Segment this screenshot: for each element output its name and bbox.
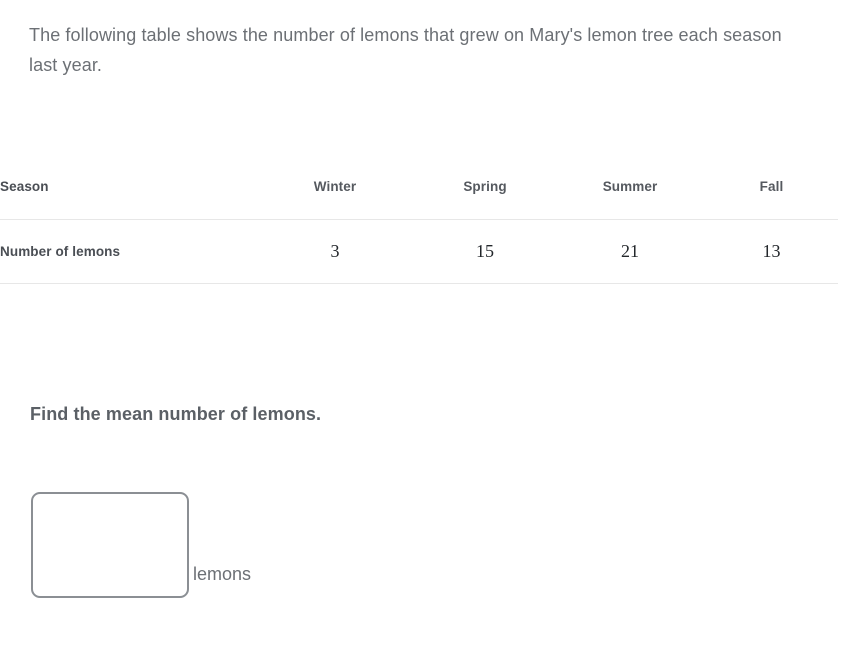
answer-unit-label: lemons (193, 564, 252, 584)
table: Season Winter Spring Summer Fall Number … (0, 155, 838, 284)
table-header-fall: Fall (705, 155, 838, 220)
table-cell-winter-value: 3 (255, 219, 415, 284)
answer-input-group: lemons (31, 492, 251, 598)
lemon-data-table: Season Winter Spring Summer Fall Number … (0, 155, 838, 284)
table-header-row: Season Winter Spring Summer Fall (0, 155, 838, 220)
table-header-summer: Summer (555, 155, 705, 220)
table-cell-summer-value: 21 (555, 219, 705, 284)
problem-intro-text: The following table shows the number of … (29, 25, 782, 75)
table-cell-fall-value: 13 (705, 219, 838, 284)
table-row: Number of lemons 3 15 21 13 (0, 219, 838, 284)
answer-input[interactable] (31, 492, 189, 598)
table-header-season: Season (0, 155, 255, 220)
exercise-container: The following table shows the number of … (0, 0, 853, 650)
table-header-winter: Winter (255, 155, 415, 220)
table-row-label-number-of-lemons: Number of lemons (0, 219, 255, 284)
question-prompt: Find the mean number of lemons. (30, 404, 322, 424)
table-header-spring: Spring (415, 155, 555, 220)
table-cell-spring-value: 15 (415, 219, 555, 284)
